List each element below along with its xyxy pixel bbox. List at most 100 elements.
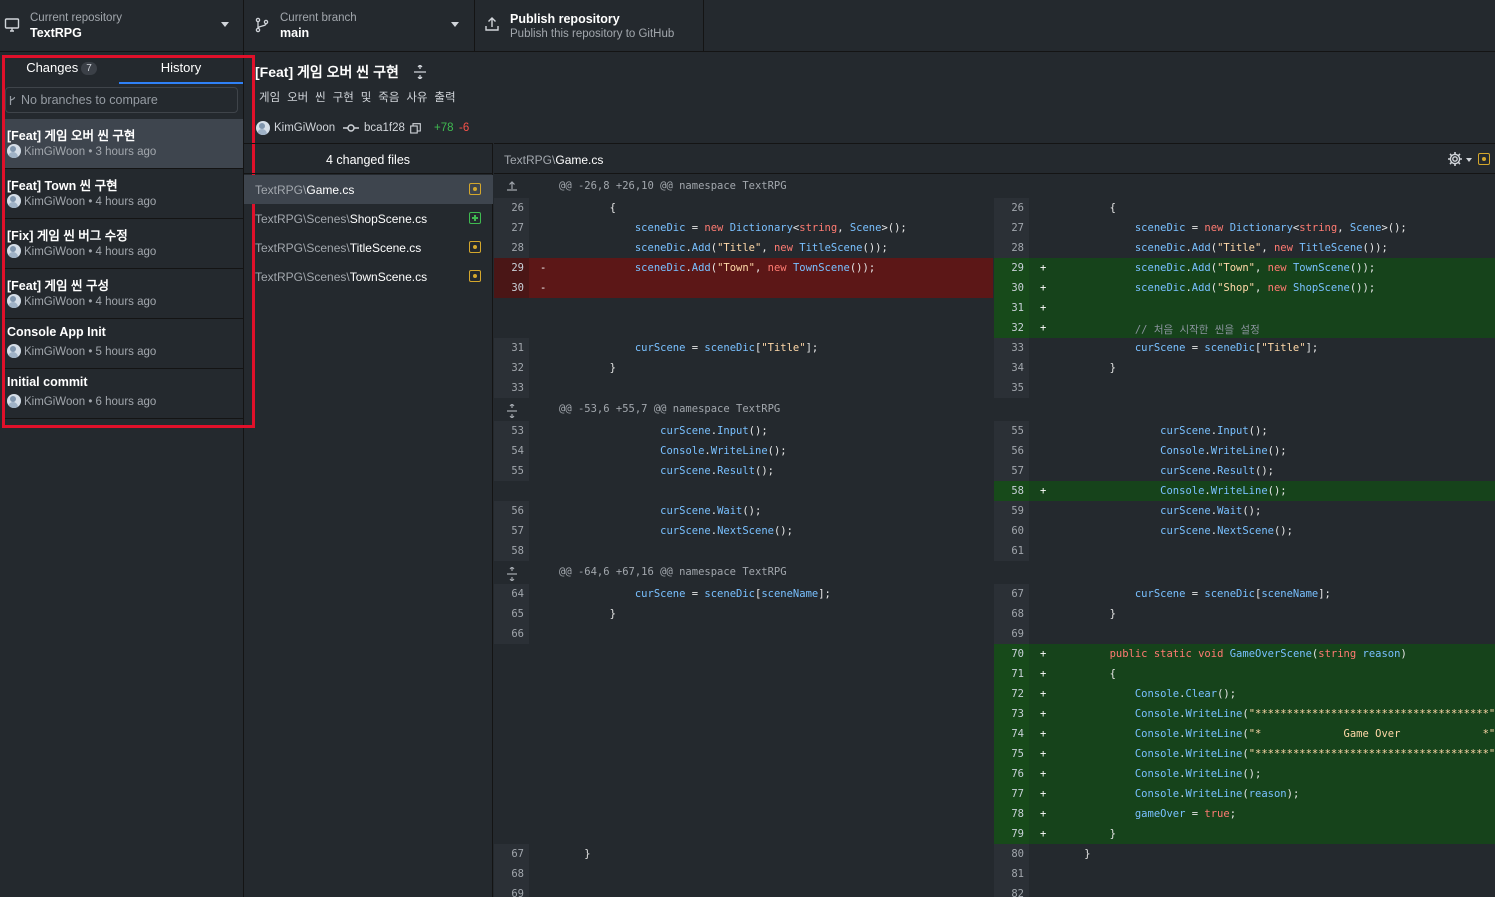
code-line: Console.Clear(); xyxy=(1134,688,1237,700)
line-number: 31 xyxy=(1011,302,1024,314)
current-branch-button[interactable]: Current branch main xyxy=(244,0,475,51)
commit-item-title: [Feat] Town 씬 구현 xyxy=(7,179,118,193)
publish-repository-button[interactable]: Publish repository Publish this reposito… xyxy=(475,0,704,51)
line-number: 29 xyxy=(1011,262,1024,274)
compare-branch-input[interactable]: No branches to compare xyxy=(5,87,238,113)
avatar xyxy=(7,394,21,408)
sidebar: Changes 7 History No branches to compare … xyxy=(0,52,244,897)
diff-marker: + xyxy=(1040,708,1047,720)
diff-view: TextRPG\Game.cs @@ -26,8 +26,10 @@ names… xyxy=(494,143,1495,897)
code-line: curScene = sceneDic[sceneName]; xyxy=(634,588,831,600)
diff-row: 74 + Console.WriteLine("* Game Over *"); xyxy=(494,724,1495,744)
chevron-down-icon xyxy=(451,22,459,27)
diff-marker: + xyxy=(1040,808,1047,820)
code-line: sceneDic.Add("Title", new TitleScene()); xyxy=(634,242,888,254)
diff-old-line: 27 sceneDic = new Dictionary<string, Sce… xyxy=(494,218,993,238)
code-line: Console.WriteLine("*********************… xyxy=(1134,748,1495,760)
list-item[interactable]: Initial commit KimGiWoon • 6 hours ago xyxy=(5,369,243,419)
code-line: sceneDic.Add("Town", new TownScene()); xyxy=(1134,262,1376,274)
diff-new-line: 33 curScene = sceneDic["Title"]; xyxy=(994,338,1495,358)
file-list-item[interactable]: TextRPG\Scenes\TownScene.cs xyxy=(244,262,493,291)
code-line: Console.WriteLine("*********************… xyxy=(1134,708,1495,720)
diff-old-line: 67 } xyxy=(494,844,993,864)
diff-old-line xyxy=(494,704,993,724)
commit-item-title: Initial commit xyxy=(7,375,88,389)
line-number: 35 xyxy=(1011,382,1024,394)
tab-history[interactable]: History xyxy=(119,56,243,84)
diff-row: 32 } 34 } xyxy=(494,358,1495,378)
commit-item-title: [Feat] 게임 씬 구성 xyxy=(7,279,109,293)
diff-new-line: 69 xyxy=(994,624,1495,644)
file-list-item[interactable]: TextRPG\Scenes\TitleScene.cs xyxy=(244,233,493,262)
diff-row: 31 + xyxy=(494,298,1495,318)
commit-icon xyxy=(343,122,359,134)
changes-count-badge: 7 xyxy=(81,62,97,75)
chevron-down-icon[interactable] xyxy=(1466,158,1472,162)
file-name: ShopScene.cs xyxy=(349,212,428,226)
diff-marker: + xyxy=(1040,828,1047,840)
diff-row: 64 curScene = sceneDic[sceneName]; 67 cur… xyxy=(494,584,1495,604)
gear-icon[interactable] xyxy=(1447,151,1463,167)
line-number: 30 xyxy=(1011,282,1024,294)
diff-old-line: 26 { xyxy=(494,198,993,218)
diff-old-line: 53 curScene.Input(); xyxy=(494,421,993,441)
code-line: } xyxy=(559,362,616,374)
chevron-down-icon xyxy=(221,22,229,27)
line-number: 57 xyxy=(511,525,524,537)
diff-hunk-header: @@ -64,6 +67,16 @@ namespace TextRPG xyxy=(494,561,1495,584)
list-item[interactable]: [Fix] 게임 씬 버그 수정 KimGiWoon • 4 hours ago xyxy=(5,219,243,269)
list-item[interactable]: Console App Init KimGiWoon • 5 hours ago xyxy=(5,319,243,369)
diff-new-line: 73 + Console.WriteLine("*****************… xyxy=(994,704,1495,724)
copy-icon[interactable] xyxy=(410,123,421,134)
avatar xyxy=(7,194,21,208)
file-list-item[interactable]: TextRPG\Scenes\ShopScene.cs xyxy=(244,204,493,233)
list-item[interactable]: [Feat] 게임 씬 구성 KimGiWoon • 4 hours ago xyxy=(5,269,243,319)
file-modified-icon xyxy=(469,270,481,282)
code-line: curScene.NextScene(); xyxy=(1160,525,1293,537)
diff-new-line: 57 curScene.Result(); xyxy=(994,461,1495,481)
line-number: 32 xyxy=(1011,322,1024,334)
line-number: 58 xyxy=(1011,485,1024,497)
code-line: Console.WriteLine(); xyxy=(1160,485,1287,497)
upload-icon xyxy=(484,16,502,34)
list-item[interactable]: [Feat] 게임 오버 씬 구현 KimGiWoon • 3 hours ago xyxy=(5,119,243,169)
current-repository-button[interactable]: Current repository TextRPG xyxy=(0,0,244,51)
expand-icon[interactable] xyxy=(506,404,518,418)
diff-new-line: 32 + // 처음 시작한 씬을 설정 xyxy=(994,318,1495,338)
diff-row: 75 + Console.WriteLine("*****************… xyxy=(494,744,1495,764)
commit-item-meta: KimGiWoon • 4 hours ago xyxy=(24,246,157,258)
expand-icon[interactable] xyxy=(506,567,518,581)
avatar xyxy=(7,294,21,308)
diff-row: 71 + { xyxy=(494,664,1495,684)
file-modified-icon xyxy=(469,241,481,253)
diff-header: TextRPG\Game.cs xyxy=(494,144,1495,174)
computer-icon xyxy=(4,17,22,35)
line-number: 56 xyxy=(511,505,524,517)
diff-old-line xyxy=(494,481,993,501)
diff-row: 78 + gameOver = true; xyxy=(494,804,1495,824)
line-number: 67 xyxy=(511,848,524,860)
line-number: 82 xyxy=(1011,888,1024,897)
diff-marker: + xyxy=(1040,668,1047,680)
tab-changes[interactable]: Changes 7 xyxy=(5,56,118,84)
branch-sub-label: Current branch xyxy=(280,12,357,24)
list-item[interactable]: [Feat] Town 씬 구현 KimGiWoon • 4 hours ago xyxy=(5,169,243,219)
line-number: 76 xyxy=(1011,768,1024,780)
line-number: 33 xyxy=(1011,342,1024,354)
diff-old-line: 33 xyxy=(494,378,993,398)
diff-row: 28 sceneDic.Add("Title", new TitleScene(… xyxy=(494,238,1495,258)
expand-icon[interactable] xyxy=(506,181,518,191)
diff-old-line xyxy=(494,664,993,684)
diff-new-line: 29 + sceneDic.Add("Town", new TownScene()… xyxy=(994,258,1495,278)
file-list-item[interactable]: TextRPG\Game.cs xyxy=(244,175,493,204)
diff-old-line: 55 curScene.Result(); xyxy=(494,461,993,481)
diff-row: 29 - sceneDic.Add("Town", new TownScene()… xyxy=(494,258,1495,278)
diff-row: 66 69 xyxy=(494,624,1495,644)
code-line: Console.WriteLine(reason); xyxy=(1134,788,1300,800)
changed-files-header: 4 changed files xyxy=(244,144,492,174)
changed-files-list: 4 changed files TextRPG\Game.cs TextRPG\S… xyxy=(244,143,493,897)
expand-icon[interactable] xyxy=(413,65,427,79)
line-number: 78 xyxy=(1011,808,1024,820)
diff-old-line: 30 - xyxy=(494,278,993,298)
code-line: curScene.Wait(); xyxy=(660,505,762,517)
